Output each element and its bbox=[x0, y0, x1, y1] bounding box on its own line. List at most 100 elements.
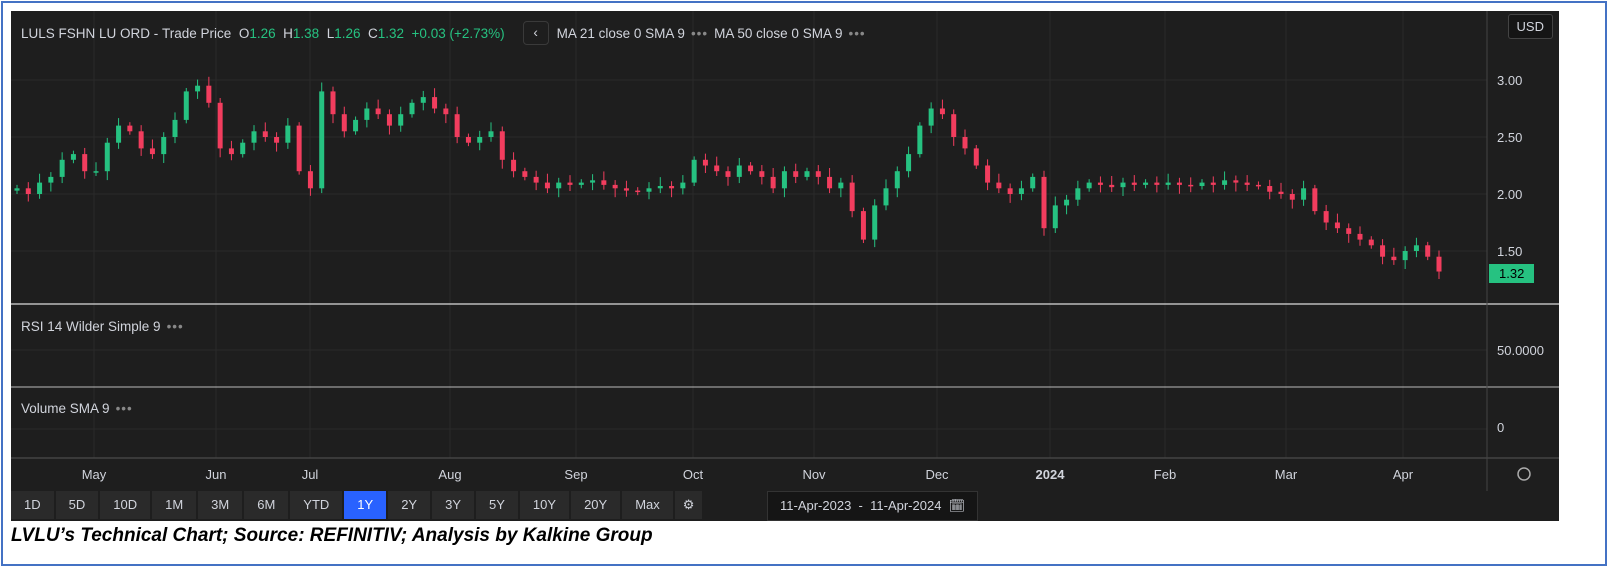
y-tick-label: 2.50 bbox=[1497, 130, 1522, 145]
candle-body bbox=[996, 182, 1002, 189]
range-button-10d[interactable]: 10D bbox=[100, 491, 151, 519]
y-tick-label: 2.00 bbox=[1497, 187, 1522, 202]
x-tick-label: Mar bbox=[1275, 467, 1298, 482]
rsi-label: RSI 14 Wilder Simple 9 bbox=[21, 319, 161, 334]
candle-body bbox=[251, 131, 257, 143]
candle-body bbox=[612, 184, 618, 189]
candle-body bbox=[1289, 194, 1295, 200]
candle-body bbox=[1154, 182, 1160, 185]
x-tick-label: Aug bbox=[438, 467, 461, 482]
candle-body bbox=[601, 180, 607, 185]
range-button-3m[interactable]: 3M bbox=[198, 491, 243, 519]
candle-body bbox=[48, 176, 54, 183]
ma21-more-icon[interactable]: ••• bbox=[691, 26, 708, 41]
candle-body bbox=[1391, 256, 1397, 261]
candle-body bbox=[883, 188, 889, 206]
date-to[interactable]: 11-Apr-2024 bbox=[870, 498, 941, 513]
candle-body bbox=[894, 171, 900, 189]
figure-caption: LVLU’s Technical Chart; Source: REFINITI… bbox=[11, 525, 653, 546]
candle-body bbox=[398, 114, 404, 126]
candle-body bbox=[285, 125, 291, 143]
candle-body bbox=[1143, 182, 1149, 185]
x-tick-label: May bbox=[82, 467, 107, 482]
range-button-6m[interactable]: 6M bbox=[244, 491, 289, 519]
ma21-indicator[interactable]: MA 21 close 0 SMA 9 bbox=[557, 26, 685, 41]
candle-body bbox=[375, 108, 381, 115]
candle-body bbox=[228, 148, 234, 155]
volume-more-icon[interactable]: ••• bbox=[116, 401, 133, 416]
candle-body bbox=[1165, 182, 1171, 185]
candle-body bbox=[149, 148, 155, 155]
candle-body bbox=[928, 108, 934, 126]
x-tick-label: Jul bbox=[302, 467, 319, 482]
ma50-indicator[interactable]: MA 50 close 0 SMA 9 bbox=[714, 26, 842, 41]
candle-body bbox=[985, 165, 991, 183]
price-source: Trade Price bbox=[162, 25, 232, 41]
candle-body bbox=[443, 108, 449, 115]
range-button-2y[interactable]: 2Y bbox=[388, 491, 431, 519]
candle-body bbox=[37, 182, 43, 194]
candle-body bbox=[319, 91, 325, 189]
candle-body bbox=[1109, 184, 1115, 188]
x-tick-label: Oct bbox=[683, 467, 704, 482]
candle-body bbox=[70, 154, 76, 160]
rsi-axis-tick: 50.0000 bbox=[1497, 343, 1544, 358]
candle-body bbox=[1007, 188, 1013, 194]
ma50-more-icon[interactable]: ••• bbox=[848, 26, 865, 41]
candle-body bbox=[872, 205, 878, 240]
range-button-1d[interactable]: 1D bbox=[11, 491, 54, 519]
range-toolbar: 1D 5D 10D 1M 3M 6M YTD 1Y 2Y 3Y 5Y 10Y 20Y Max ⚙ bbox=[11, 491, 704, 519]
candle-body bbox=[409, 102, 415, 115]
candle-body bbox=[736, 165, 742, 177]
date-from[interactable]: 11-Apr-2023 bbox=[780, 498, 851, 513]
candle-body bbox=[330, 91, 336, 115]
range-button-20y[interactable]: 20Y bbox=[571, 491, 621, 519]
candle-body bbox=[646, 188, 652, 192]
close-label: C bbox=[368, 25, 378, 41]
range-button-ytd[interactable]: YTD bbox=[290, 491, 343, 519]
candle-body bbox=[432, 97, 438, 109]
candle-body bbox=[522, 171, 528, 177]
candle-body bbox=[454, 114, 460, 137]
candle-body bbox=[1188, 184, 1194, 187]
date-range-picker[interactable]: 11-Apr-2023 - 11-Apr-2024 🗓 bbox=[767, 491, 979, 521]
range-button-1y[interactable]: 1Y bbox=[344, 491, 387, 519]
candle-body bbox=[1064, 199, 1070, 206]
candle-body bbox=[59, 159, 65, 177]
candle-body bbox=[206, 85, 212, 103]
candle-body bbox=[906, 154, 912, 172]
candle-body bbox=[25, 188, 31, 194]
open-value: 1.26 bbox=[249, 25, 276, 41]
range-button-5y[interactable]: 5Y bbox=[476, 491, 518, 519]
y-tick-label: 3.00 bbox=[1497, 73, 1522, 88]
low-label: L bbox=[326, 25, 335, 41]
range-button-3y[interactable]: 3Y bbox=[432, 491, 475, 519]
settings-icon[interactable]: ⚙ bbox=[674, 491, 703, 519]
candle-body bbox=[1199, 182, 1205, 187]
collapse-legend-button[interactable]: ‹ bbox=[522, 21, 549, 45]
range-button-1m[interactable]: 1M bbox=[152, 491, 197, 519]
candle-body bbox=[669, 186, 675, 189]
axis-settings-icon[interactable] bbox=[1517, 467, 1531, 481]
candle-body bbox=[138, 131, 144, 149]
candle-body bbox=[488, 131, 494, 137]
rsi-more-icon[interactable]: ••• bbox=[167, 319, 184, 334]
high-value: 1.38 bbox=[292, 25, 320, 41]
chart-canvas[interactable]: 3.00 2.50 2.00 1.50 May Jun Jul Aug Sep Oct Nov Dec… bbox=[11, 11, 1559, 491]
candle-body bbox=[590, 180, 596, 183]
low-value: 1.26 bbox=[334, 25, 361, 41]
currency-select[interactable]: USD bbox=[1507, 14, 1553, 39]
range-button-max[interactable]: Max bbox=[622, 491, 673, 519]
last-price-tag: 1.32 bbox=[1489, 264, 1535, 283]
chart-app: 3.00 2.50 2.00 1.50 May Jun Jul Aug Sep Oct Nov Dec… bbox=[11, 11, 1559, 521]
candle-body bbox=[815, 171, 821, 177]
candle-body bbox=[1222, 180, 1228, 185]
range-button-5d[interactable]: 5D bbox=[55, 491, 99, 519]
candle-body bbox=[353, 119, 359, 132]
candle-body bbox=[1210, 182, 1216, 185]
high-label: H bbox=[283, 25, 293, 41]
candle-body bbox=[1018, 188, 1024, 194]
calendar-icon[interactable]: 🗓 bbox=[949, 498, 966, 513]
candle-body bbox=[838, 182, 844, 189]
range-button-10y[interactable]: 10Y bbox=[519, 491, 570, 519]
